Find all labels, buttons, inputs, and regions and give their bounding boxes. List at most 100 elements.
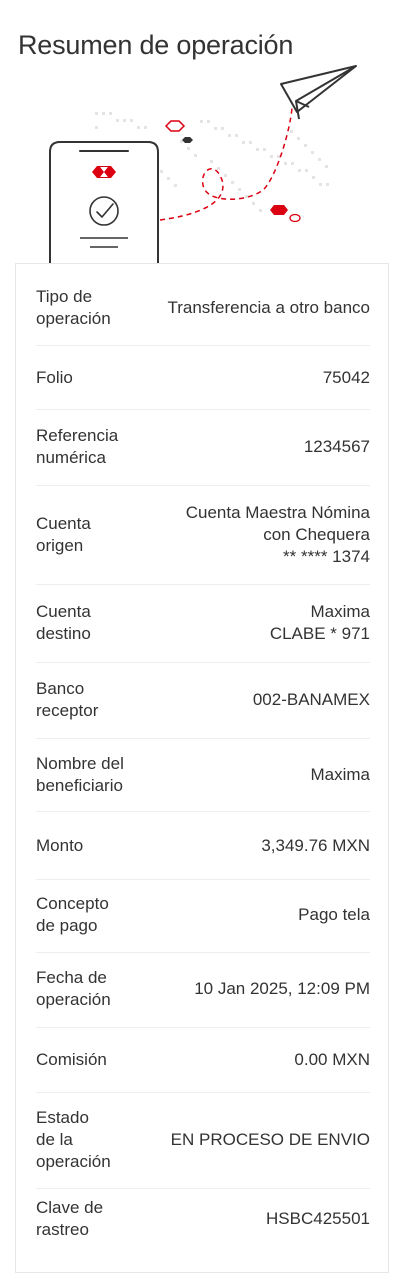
row-label-line: Concepto — [36, 894, 109, 913]
hexagon-marker-red — [270, 205, 288, 215]
row-label: Nombre del beneficiario — [36, 753, 124, 797]
row-label: Fecha de operación — [36, 967, 111, 1011]
row-label: Folio — [36, 367, 73, 389]
row-label-line: destino — [36, 624, 91, 643]
row-label-line: Monto — [36, 836, 84, 855]
row-value-line: con Chequera — [263, 525, 370, 544]
row-label: Cuenta origen — [36, 513, 91, 557]
row-label: Monto — [36, 835, 83, 857]
row-divider — [36, 1092, 370, 1093]
row-value: Transferencia a otro banco — [111, 297, 370, 319]
row-label: Clave de rastreo — [36, 1197, 103, 1241]
summary-row: Folio 75042 — [36, 367, 370, 389]
row-value: 75042 — [73, 367, 370, 389]
row-label: Tipo de operación — [36, 286, 111, 330]
row-value: EN PROCESO DE ENVIO — [111, 1129, 370, 1151]
hsbc-logo-icon — [92, 166, 116, 178]
row-value-line: Maxima — [310, 602, 370, 621]
row-label-line: beneficiario — [36, 776, 123, 795]
row-value-line: Transferencia a otro banco — [167, 298, 370, 317]
row-label-line: Clave de — [36, 1198, 104, 1217]
row-label-line: de pago — [36, 916, 98, 935]
row-label-line: Estado — [36, 1108, 89, 1127]
row-value-line: HSBC425501 — [266, 1209, 370, 1228]
row-label-line: rastreo — [36, 1220, 89, 1239]
row-label-line: Tipo de — [36, 287, 93, 306]
row-divider — [36, 879, 370, 880]
row-value-line: 002-BANAMEX — [252, 690, 370, 709]
summary-row: Clave de rastreo HSBC425501 — [36, 1197, 370, 1241]
row-value-line: Pago tela — [298, 905, 370, 924]
summary-row: Cuenta destino Maxima CLABE * 971 — [36, 601, 370, 645]
summary-row: Cuenta origen Cuenta Maestra Nómina con Che… — [36, 502, 370, 568]
row-value: Maxima CLABE * 971 — [91, 601, 370, 645]
row-value-line: 0.00 MXN — [294, 1050, 370, 1069]
row-value: 10 Jan 2025, 12:09 PM — [111, 978, 370, 1000]
page-title: Resumen de operación — [18, 30, 294, 60]
summary-row: Comisión 0.00 MXN — [36, 1049, 370, 1071]
row-label-line: Cuenta — [36, 602, 91, 621]
summary-row: Referencia numérica 1234567 — [36, 425, 370, 469]
row-label: Cuenta destino — [36, 601, 91, 645]
row-value: 0.00 MXN — [107, 1049, 370, 1071]
phone-illustration — [49, 141, 159, 270]
row-label-line: numérica — [36, 448, 106, 467]
row-label: Referencia numérica — [36, 425, 118, 469]
row-value: HSBC425501 — [103, 1208, 370, 1230]
row-label-line: de la — [36, 1130, 73, 1149]
row-value: 002-BANAMEX — [98, 689, 370, 711]
row-label-line: Cuenta — [36, 514, 91, 533]
row-divider — [36, 1027, 370, 1028]
summary-row: Banco receptor 002-BANAMEX — [36, 678, 370, 722]
row-value-line: Cuenta Maestra Nómina — [185, 503, 370, 522]
row-divider — [36, 584, 370, 585]
row-divider — [36, 409, 370, 410]
row-value-line: 1234567 — [303, 437, 370, 456]
summary-row: Monto 3,349.76 MXN — [36, 835, 370, 857]
row-label-line: Nombre del — [36, 754, 124, 773]
summary-row: Fecha de operación 10 Jan 2025, 12:09 PM — [36, 967, 370, 1011]
row-label: Estado de la operación — [36, 1107, 111, 1173]
row-divider — [36, 811, 370, 812]
row-divider — [36, 952, 370, 953]
summary-row: Nombre del beneficiario Maxima — [36, 753, 370, 797]
row-value-line: 3,349.76 MXN — [261, 836, 370, 855]
row-value-line: 10 Jan 2025, 12:09 PM — [194, 979, 370, 998]
summary-row: Concepto de pago Pago tela — [36, 893, 370, 937]
row-value-line: EN PROCESO DE ENVIO — [170, 1130, 370, 1149]
summary-row: Estado de la operación EN PROCESO DE ENVIO — [36, 1107, 370, 1173]
row-label: Comisión — [36, 1049, 107, 1071]
row-value-line: ** **** 1374 — [283, 547, 370, 566]
summary-row: Tipo de operación Transferencia a otro ban… — [36, 286, 370, 330]
row-value-line: 75042 — [322, 368, 370, 387]
row-label-line: Comisión — [36, 1050, 107, 1069]
hexagon-marker-dark — [182, 137, 193, 143]
row-label-line: Referencia — [36, 426, 119, 445]
row-divider — [36, 662, 370, 663]
row-divider — [36, 345, 370, 346]
row-value-line: CLABE * 971 — [269, 624, 370, 643]
row-label-line: operación — [36, 309, 111, 328]
operation-summary-card: Tipo de operación Transferencia a otro ban… — [15, 263, 389, 1273]
row-label: Banco receptor — [36, 678, 98, 722]
row-value: Cuenta Maestra Nómina con Chequera ** ****… — [91, 502, 370, 568]
row-label-line: operación — [36, 990, 111, 1009]
hexagon-marker-outline — [164, 120, 186, 132]
row-value: 3,349.76 MXN — [83, 835, 370, 857]
row-label-line: Fecha de — [36, 968, 107, 987]
marker-outline-small — [289, 213, 301, 223]
illustration — [49, 65, 357, 270]
row-label-line: receptor — [36, 701, 99, 720]
row-label-line: origen — [36, 536, 84, 555]
row-value: Pago tela — [109, 904, 370, 926]
row-value: 1234567 — [118, 436, 370, 458]
row-divider — [36, 485, 370, 486]
row-divider — [36, 1188, 370, 1189]
row-label-line: Folio — [36, 368, 73, 387]
row-label-line: operación — [36, 1152, 111, 1171]
row-divider — [36, 738, 370, 739]
row-label: Concepto de pago — [36, 893, 109, 937]
row-value: Maxima — [124, 764, 370, 786]
row-value-line: Maxima — [310, 765, 370, 784]
row-label-line: Banco — [36, 679, 85, 698]
